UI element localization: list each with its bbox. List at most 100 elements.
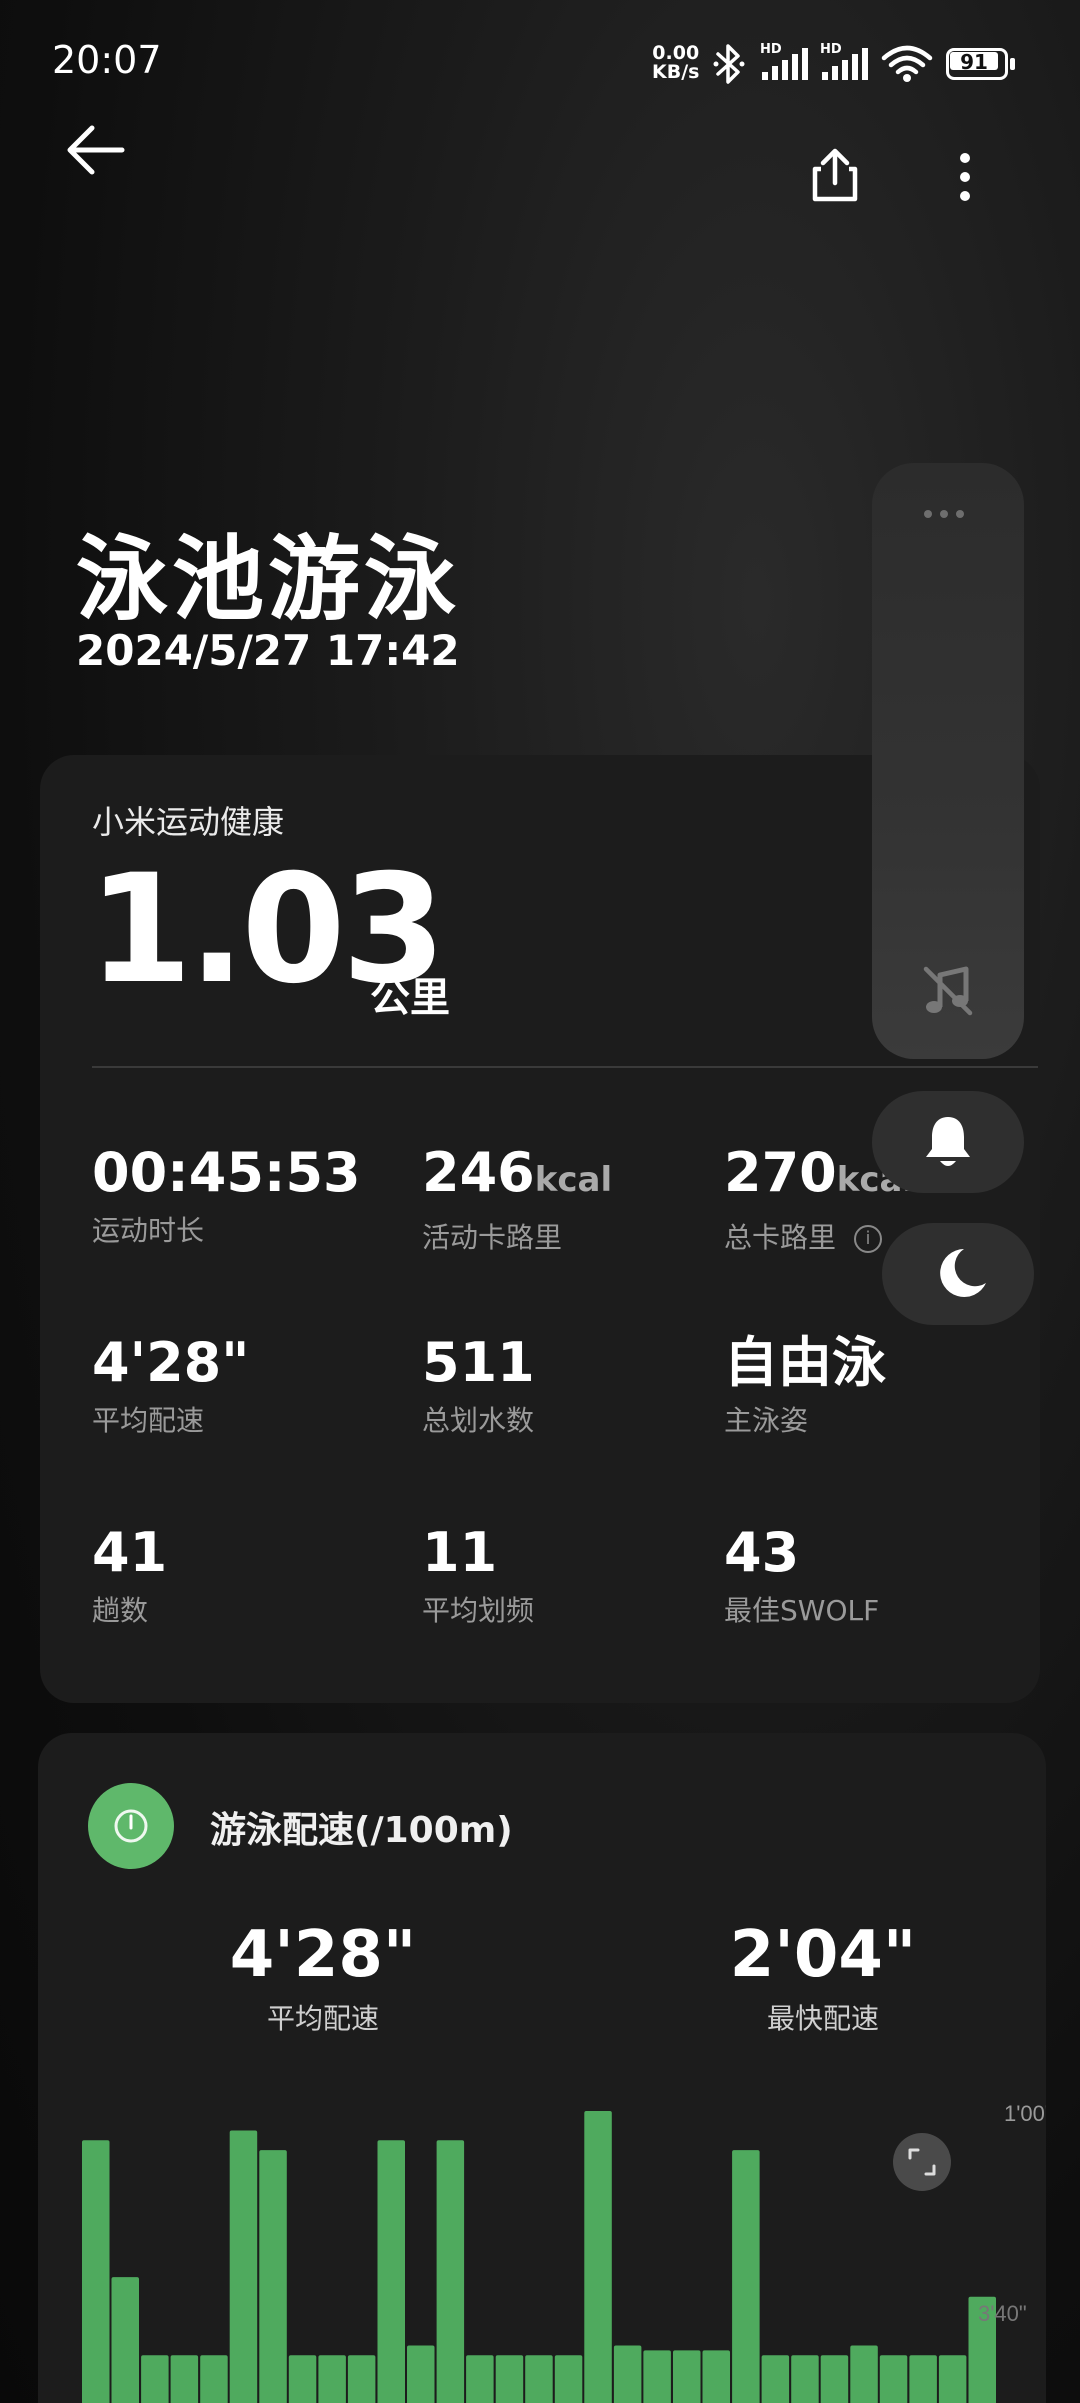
stat-active-calories: 246kcal 活动卡路里 [422, 1143, 612, 1256]
stat-label: 主泳姿 [724, 1404, 809, 1437]
pace-bar [525, 2355, 553, 2403]
pace-bar [318, 2355, 346, 2403]
stat-best-swolf: 43 最佳SWOLF [724, 1523, 879, 1629]
stat-value: 511 [422, 1331, 535, 1394]
network-speed-unit: KB/s [652, 61, 700, 83]
pace-bar [288, 2355, 317, 2403]
chart-ylabel-top: 1'00" [1004, 2101, 1046, 2126]
stat-value: 自由泳 [724, 1331, 886, 1394]
stat-label: 平均配速 [92, 1404, 205, 1437]
expand-chart-button[interactable] [893, 2133, 951, 2191]
pace-bar [613, 2345, 642, 2403]
more-menu-icon[interactable] [945, 150, 985, 210]
pace-bar [909, 2355, 937, 2403]
stat-value: 246 [422, 1141, 535, 1204]
expand-icon [908, 2148, 936, 2176]
pace-fastest: 2'04" 最快配速 [678, 1919, 968, 2037]
pace-bar [761, 2355, 790, 2403]
stat-duration: 00:45:53 运动时长 [92, 1143, 361, 1249]
chart-ylabel-bottom: 3'40" [978, 2301, 1027, 2326]
notification-button[interactable] [872, 1091, 1024, 1193]
stat-main-stroke: 自由泳 主泳姿 [724, 1333, 886, 1439]
pace-bar [850, 2345, 878, 2403]
stat-label: 活动卡路里 [422, 1221, 563, 1254]
pace-fastest-label: 最快配速 [766, 2002, 879, 2035]
stat-avg-stroke-rate: 11 平均划频 [422, 1523, 534, 1629]
pace-bar [820, 2355, 849, 2403]
pace-fastest-value: 2'04" [729, 1918, 917, 1992]
pace-bar [229, 2130, 258, 2403]
pace-bar [702, 2350, 730, 2403]
pace-bar [82, 2140, 110, 2403]
pace-bar [791, 2355, 819, 2403]
pace-bar [466, 2355, 494, 2403]
source-app-label: 小米运动健康 [92, 803, 285, 841]
pace-bar [495, 2355, 524, 2403]
pace-bar [407, 2345, 435, 2403]
panel-handle[interactable] [924, 503, 976, 518]
pace-card: 游泳配速(/100m) 4'28" 平均配速 2'04" 最快配速 1'00" … [38, 1733, 1046, 2403]
stat-value: 270 [724, 1141, 837, 1204]
cell-signal-2-icon: HD [820, 42, 870, 82]
distance-unit: 公里 [370, 975, 450, 1021]
stat-value: 4'28" [92, 1331, 250, 1394]
pace-title: 游泳配速(/100m) [210, 1810, 513, 1851]
pace-bar [436, 2140, 465, 2403]
pace-average: 4'28" 平均配速 [178, 1919, 468, 2037]
pace-bar [732, 2150, 760, 2403]
pace-bar [879, 2355, 908, 2403]
pace-bar [938, 2355, 967, 2403]
pace-chart[interactable]: 1'00" 3'40" [38, 2093, 1046, 2403]
stat-value: 00:45:53 [92, 1141, 361, 1204]
workout-title: 泳池游泳 [76, 526, 461, 633]
network-speed: 0.00 KB/s [652, 44, 699, 82]
hd-label: HD [760, 42, 782, 57]
pace-bar [259, 2150, 287, 2403]
music-off-icon[interactable] [920, 963, 976, 1019]
stat-value: 41 [92, 1521, 168, 1584]
pace-bar [377, 2140, 405, 2403]
music-control-panel[interactable] [872, 463, 1024, 1059]
pace-average-value: 4'28" [229, 1918, 417, 1992]
pace-bar [643, 2350, 671, 2403]
workout-datetime: 2024/5/27 17:42 [76, 626, 460, 675]
divider [92, 1066, 1038, 1068]
battery-level: 91 [960, 50, 988, 74]
battery-icon: 91 [946, 48, 1016, 80]
stat-label: 总划水数 [422, 1404, 535, 1437]
stat-label: 平均划频 [422, 1594, 535, 1627]
stat-value: 11 [422, 1521, 498, 1584]
cell-signal-1-icon: HD [760, 42, 810, 82]
pace-bar [200, 2355, 228, 2403]
pace-bar [347, 2355, 376, 2403]
info-icon[interactable]: i [854, 1225, 883, 1253]
stat-total-strokes: 511 总划水数 [422, 1333, 535, 1439]
workout-detail-screen: 20:07 0.00 KB/s HD HD 91 泳池游泳 2024/5/27 … [0, 0, 1080, 2403]
bluetooth-icon [713, 44, 745, 84]
status-time: 20:07 [52, 38, 162, 82]
share-icon[interactable] [805, 145, 865, 205]
chart-bars [82, 2111, 996, 2403]
stat-label: 运动时长 [92, 1214, 205, 1247]
do-not-disturb-button[interactable] [882, 1223, 1034, 1325]
hd-label: HD [820, 42, 842, 57]
status-bar: 20:07 0.00 KB/s HD HD 91 [0, 0, 1080, 120]
stat-avg-pace: 4'28" 平均配速 [92, 1333, 249, 1439]
stat-label: 最佳SWOLF [724, 1594, 880, 1627]
bell-icon [926, 1117, 970, 1166]
pace-bar [584, 2111, 612, 2403]
stat-label: 总卡路里 [724, 1221, 837, 1254]
stat-laps: 41 趟数 [92, 1523, 167, 1629]
pace-icon [88, 1783, 174, 1869]
pace-bar [170, 2355, 199, 2403]
pace-bar [141, 2355, 169, 2403]
stat-unit: kcal [534, 1160, 613, 1200]
stat-label: 趟数 [92, 1594, 149, 1627]
back-arrow-icon[interactable] [62, 120, 132, 180]
stat-value: 43 [724, 1521, 800, 1584]
pace-bar [111, 2277, 139, 2403]
pace-bar [673, 2350, 701, 2403]
moon-icon [940, 1249, 986, 1297]
pace-bar [554, 2355, 583, 2403]
pace-average-label: 平均配速 [266, 2002, 379, 2035]
